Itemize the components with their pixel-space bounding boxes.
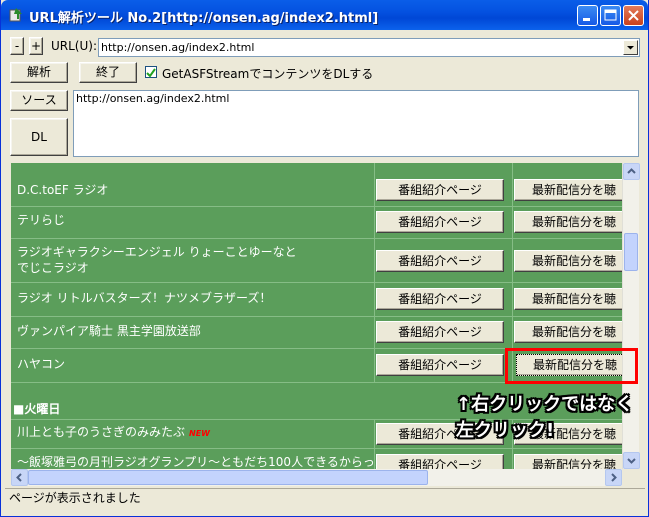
program-name: ヴァンパイア騎士 黒主学園放送部 (17, 324, 201, 338)
source-button[interactable]: ソース (10, 90, 68, 111)
minimize-button[interactable] (577, 5, 598, 26)
close-icon (628, 10, 639, 21)
program-name-line1: ラジオギャラクシーエンジェル りょーことゆーなと (17, 245, 297, 259)
program-name: D.C.toEF ラジオ (17, 183, 109, 197)
chevron-down-icon (627, 458, 636, 464)
program-name: ハヤコン (17, 357, 66, 371)
chevron-up-icon (627, 168, 636, 174)
getasf-checkbox-label: GetASFStreamでコンテンツをDLする (162, 67, 374, 81)
chevron-left-icon (16, 473, 22, 482)
getasf-checkbox[interactable] (145, 66, 157, 78)
new-badge: NEW (189, 429, 210, 438)
intro-page-button[interactable]: 番組紹介ページ (376, 250, 504, 272)
annotation-line2: 左クリック! (456, 420, 555, 441)
program-name: ラジオギャラクシーエンジェル りょーことゆーなと でじこラジオ (17, 244, 297, 276)
table-row: ヴァンパイア騎士 黒主学園放送部 番組紹介ページ 最新配信分を聴 (11, 317, 622, 349)
chevron-right-icon (611, 473, 617, 482)
app-icon (9, 8, 22, 22)
scroll-up-button[interactable] (623, 163, 640, 180)
scrollbar-corner (622, 469, 639, 486)
analyze-button[interactable]: 解析 (10, 62, 68, 83)
program-name: ラジオ リトルバスターズ！ナツメブラザーズ！ (17, 291, 272, 305)
intro-page-button[interactable]: 番組紹介ページ (376, 354, 504, 376)
annotation-text: ↑右クリックではなく 左クリック! (456, 392, 646, 444)
maximize-button[interactable] (600, 5, 621, 26)
dl-button[interactable]: DL (10, 118, 68, 156)
annotation-line1: ↑右クリックではなく (456, 394, 634, 415)
program-name: 〜飯塚雅弓の月刊ラジオグランプリ〜ともだち100人できるからっ♪ (17, 455, 383, 469)
horizontal-scrollbar[interactable] (11, 469, 622, 486)
program-title: 川上とも子のうさぎのみみたぶ (17, 425, 186, 439)
latest-episode-button[interactable]: 最新配信分を聴 (514, 288, 622, 310)
url-label: URL(U): (51, 39, 97, 53)
scroll-left-button[interactable] (11, 469, 28, 486)
close-button[interactable] (623, 5, 644, 26)
intro-page-button[interactable]: 番組紹介ページ (376, 288, 504, 310)
latest-episode-button[interactable]: 最新配信分を聴 (514, 321, 622, 343)
url-combobox[interactable]: http://onsen.ag/index2.html (98, 38, 640, 57)
scroll-right-button[interactable] (605, 469, 622, 486)
main-window: URL解析ツール No.2[http://onsen.ag/index2.htm… (0, 0, 649, 517)
exit-button[interactable]: 終了 (79, 62, 137, 83)
status-text: ページが表示されました (9, 491, 141, 505)
program-name: 川上とも子のうさぎのみみたぶ NEW (17, 424, 210, 442)
maximize-icon (604, 9, 617, 21)
title-bar[interactable]: URL解析ツール No.2[http://onsen.ag/index2.htm… (1, 0, 648, 30)
latest-episode-button[interactable]: 最新配信分を聴 (514, 211, 622, 233)
table-row: テリらじ 番組紹介ページ 最新配信分を聴 (11, 207, 622, 239)
intro-page-button[interactable]: 番組紹介ページ (376, 321, 504, 343)
window-title: URL解析ツール No.2[http://onsen.ag/index2.htm… (29, 11, 379, 26)
source-text: http://onsen.ag/index2.html (76, 92, 230, 105)
intro-page-button[interactable]: 番組紹介ページ (376, 179, 504, 201)
latest-episode-button[interactable]: 最新配信分を聴 (514, 454, 622, 469)
program-name: テリらじ (17, 213, 66, 227)
chevron-down-icon (627, 46, 634, 50)
intro-page-button[interactable]: 番組紹介ページ (376, 454, 504, 469)
table-row: ラジオ リトルバスターズ！ナツメブラザーズ！ 番組紹介ページ 最新配信分を聴 (11, 283, 622, 317)
program-name-line2: でじこラジオ (17, 261, 89, 275)
latest-episode-button[interactable]: 最新配信分を聴 (514, 179, 622, 201)
minimize-icon (583, 18, 590, 21)
scroll-thumb[interactable] (28, 470, 428, 485)
table-row: ラジオギャラクシーエンジェル りょーことゆーなと でじこラジオ 番組紹介ページ … (11, 239, 622, 283)
status-bar: ページが表示されました (5, 488, 645, 508)
checkmark-icon (146, 68, 156, 78)
intro-page-button[interactable]: 番組紹介ページ (376, 211, 504, 233)
url-value: http://onsen.ag/index2.html (101, 41, 255, 54)
minus-button[interactable]: - (10, 37, 24, 55)
scroll-thumb[interactable] (624, 233, 638, 271)
source-textarea[interactable]: http://onsen.ag/index2.html (73, 90, 639, 157)
day-header-tuesday: ■火曜日 (13, 402, 61, 416)
latest-episode-button[interactable]: 最新配信分を聴 (514, 250, 622, 272)
table-row: 〜飯塚雅弓の月刊ラジオグランプリ〜ともだち100人できるからっ♪ 番組紹介ページ… (11, 449, 622, 469)
dropdown-arrow-button[interactable] (623, 40, 638, 55)
plus-button[interactable]: + (29, 37, 43, 55)
scroll-down-button[interactable] (623, 452, 640, 469)
table-row: D.C.toEF ラジオ 番組紹介ページ 最新配信分を聴 (11, 173, 622, 207)
highlight-box (505, 348, 638, 384)
